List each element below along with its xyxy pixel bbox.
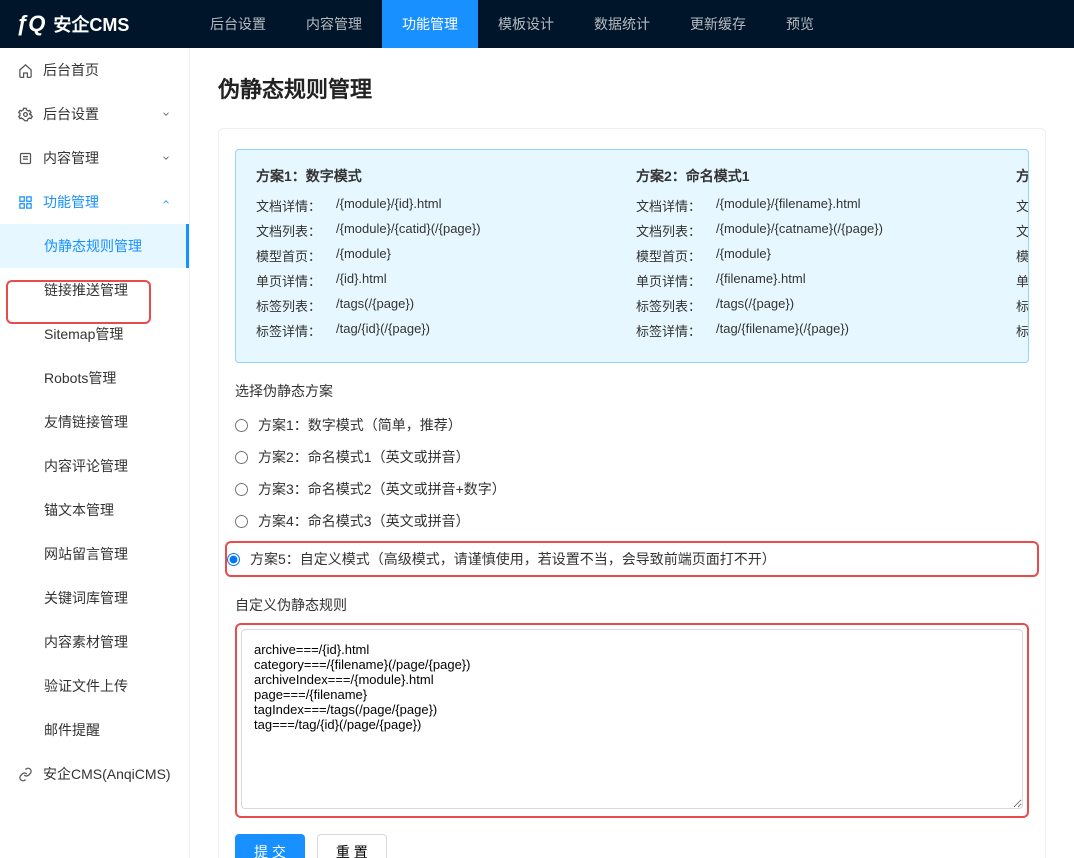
radio-option-2[interactable]: 方案3：命名模式2（英文或拼音+数字） xyxy=(235,473,1029,505)
main-content: 伪静态规则管理 方案1：数字模式文档详情：/{module}/{id}.html… xyxy=(190,48,1074,858)
topbar: ƒQ 安企CMS 后台设置内容管理功能管理模板设计数据统计更新缓存预览 xyxy=(0,0,1074,48)
topnav-item-3[interactable]: 模板设计 xyxy=(478,0,574,48)
radio-input-3[interactable] xyxy=(235,515,248,528)
topnav-item-4[interactable]: 数据统计 xyxy=(574,0,670,48)
sidebar-sub-3[interactable]: Robots管理 xyxy=(0,356,189,400)
content-icon xyxy=(18,151,33,166)
radio-option-3[interactable]: 方案4：命名模式3（英文或拼音） xyxy=(235,505,1029,537)
custom-rules-label: 自定义伪静态规则 xyxy=(235,595,1029,615)
scheme-line: 文档详情：/{module}/{id}.html xyxy=(256,196,576,215)
radio-input-1[interactable] xyxy=(235,451,248,464)
sidebar-section-2[interactable]: 内容管理 xyxy=(0,136,189,180)
scheme-line: 标签详情：/tag/{id}(/{page}) xyxy=(256,321,576,340)
sidebar-sub-7[interactable]: 网站留言管理 xyxy=(0,532,189,576)
chevron-up-icon xyxy=(161,197,171,207)
scheme-2: 方文文模单标标 xyxy=(1016,166,1029,346)
sidebar-sub-11[interactable]: 邮件提醒 xyxy=(0,708,189,752)
sidebar-sub-4[interactable]: 友情链接管理 xyxy=(0,400,189,444)
brand-text: 安企CMS xyxy=(53,11,129,37)
topnav: 后台设置内容管理功能管理模板设计数据统计更新缓存预览 xyxy=(190,0,834,48)
chevron-down-icon xyxy=(161,153,171,163)
select-scheme-label: 选择伪静态方案 xyxy=(235,381,1029,401)
radio-option-4[interactable]: 方案5：自定义模式（高级模式，请谨慎使用，若设置不当，会导致前端页面打不开） xyxy=(225,541,1039,577)
topnav-item-0[interactable]: 后台设置 xyxy=(190,0,286,48)
radio-group: 方案1：数字模式（简单，推荐）方案2：命名模式1（英文或拼音）方案3：命名模式2… xyxy=(235,409,1029,577)
scheme-line: 模型首页：/{module} xyxy=(636,246,956,265)
sidebar-sub-2[interactable]: Sitemap管理 xyxy=(0,312,189,356)
scheme-line: 模 xyxy=(1016,246,1029,265)
radio-option-1[interactable]: 方案2：命名模式1（英文或拼音） xyxy=(235,441,1029,473)
radio-input-2[interactable] xyxy=(235,483,248,496)
topnav-item-6[interactable]: 预览 xyxy=(766,0,834,48)
scheme-line: 标签详情：/tag/{filename}(/{page}) xyxy=(636,321,956,340)
footer-link-text: 安企CMS(AnqiCMS) xyxy=(43,764,171,784)
annotation-highlight xyxy=(235,623,1029,818)
sidebar-sub-0[interactable]: 伪静态规则管理 xyxy=(0,224,189,268)
sidebar-sub-6[interactable]: 锚文本管理 xyxy=(0,488,189,532)
sidebar-section-1[interactable]: 后台设置 xyxy=(0,92,189,136)
topnav-item-1[interactable]: 内容管理 xyxy=(286,0,382,48)
sidebar-sub-5[interactable]: 内容评论管理 xyxy=(0,444,189,488)
sidebar-footer-link[interactable]: 安企CMS(AnqiCMS) xyxy=(0,752,189,796)
scheme-0: 方案1：数字模式文档详情：/{module}/{id}.html 文档列表：/{m… xyxy=(256,166,576,346)
scheme-line: 单 xyxy=(1016,271,1029,290)
reset-button[interactable]: 重 置 xyxy=(317,834,387,858)
logo-icon: ƒQ xyxy=(16,11,45,37)
sidebar-sub-1[interactable]: 链接推送管理 xyxy=(0,268,189,312)
sidebar-sub-8[interactable]: 关键词库管理 xyxy=(0,576,189,620)
scheme-line: 模型首页：/{module} xyxy=(256,246,576,265)
scheme-line: 标签列表：/tags(/{page}) xyxy=(256,296,576,315)
sidebar-sub-9[interactable]: 内容素材管理 xyxy=(0,620,189,664)
topnav-item-2[interactable]: 功能管理 xyxy=(382,0,478,48)
radio-input-4[interactable] xyxy=(227,553,240,566)
scheme-line: 文 xyxy=(1016,196,1029,215)
card: 方案1：数字模式文档详情：/{module}/{id}.html 文档列表：/{m… xyxy=(218,128,1046,858)
home-icon xyxy=(18,63,33,78)
scheme-line: 标 xyxy=(1016,321,1029,340)
scheme-title: 方 xyxy=(1016,166,1029,186)
link-icon xyxy=(18,767,33,782)
scheme-line: 文档详情：/{module}/{filename}.html xyxy=(636,196,956,215)
grid-icon xyxy=(18,195,33,210)
chevron-down-icon xyxy=(161,109,171,119)
page-title: 伪静态规则管理 xyxy=(218,72,1046,104)
schemes-panel: 方案1：数字模式文档详情：/{module}/{id}.html 文档列表：/{m… xyxy=(235,149,1029,363)
gear-icon xyxy=(18,107,33,122)
scheme-line: 文档列表：/{module}/{catname}(/{page}) xyxy=(636,221,956,240)
topnav-item-5[interactable]: 更新缓存 xyxy=(670,0,766,48)
scheme-line: 文档列表：/{module}/{catid}(/{page}) xyxy=(256,221,576,240)
sidebar: 后台首页后台设置内容管理功能管理 伪静态规则管理链接推送管理Sitemap管理R… xyxy=(0,48,190,858)
scheme-line: 单页详情：/{id}.html xyxy=(256,271,576,290)
sidebar-sub-10[interactable]: 验证文件上传 xyxy=(0,664,189,708)
scheme-line: 标 xyxy=(1016,296,1029,315)
scheme-title: 方案2：命名模式1 xyxy=(636,166,956,186)
custom-rules-textarea[interactable] xyxy=(241,629,1023,809)
radio-option-0[interactable]: 方案1：数字模式（简单，推荐） xyxy=(235,409,1029,441)
radio-input-0[interactable] xyxy=(235,419,248,432)
sidebar-section-3[interactable]: 功能管理 xyxy=(0,180,189,224)
sidebar-section-0[interactable]: 后台首页 xyxy=(0,48,189,92)
submit-button[interactable]: 提 交 xyxy=(235,834,305,858)
scheme-1: 方案2：命名模式1 文档详情：/{module}/{filename}.html 文… xyxy=(636,166,956,346)
scheme-line: 单页详情：/{filename}.html xyxy=(636,271,956,290)
scheme-line: 文 xyxy=(1016,221,1029,240)
scheme-line: 标签列表：/tags(/{page}) xyxy=(636,296,956,315)
logo[interactable]: ƒQ 安企CMS xyxy=(0,11,190,37)
scheme-title: 方案1：数字模式 xyxy=(256,166,576,186)
